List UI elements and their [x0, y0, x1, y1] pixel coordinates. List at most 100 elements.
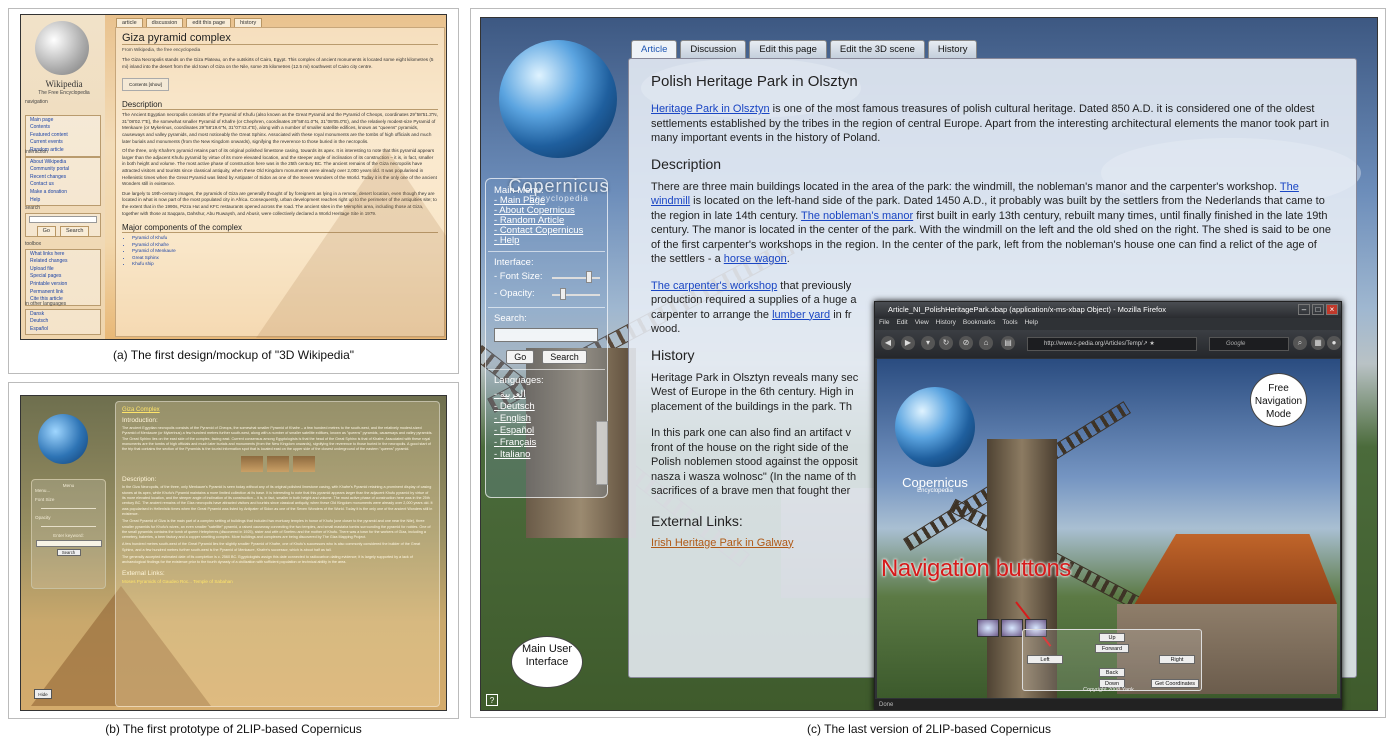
hist-text: Heritage Park in Olsztyn reveals many se… — [651, 371, 859, 384]
back-icon[interactable]: ◀ — [881, 336, 895, 350]
menu-file[interactable]: File — [879, 319, 889, 326]
language-item[interactable]: - Italiano — [494, 449, 599, 461]
carpenter-link[interactable]: The carpenter's workshop — [651, 280, 777, 292]
pyramid-thumbnail[interactable] — [240, 456, 263, 473]
nav-forward-button[interactable]: Forward — [1095, 644, 1129, 653]
help-icon[interactable]: ? — [486, 694, 498, 706]
language-item[interactable]: - العربية — [494, 389, 599, 401]
opacity-slider[interactable] — [41, 526, 96, 527]
apps-icon[interactable]: ▦ — [1311, 336, 1325, 350]
addons-icon[interactable]: ● — [1327, 336, 1341, 350]
stop-icon[interactable]: ⊘ — [959, 336, 973, 350]
forward-icon[interactable]: ▶ — [901, 336, 915, 350]
menu-item-label[interactable]: Help — [500, 235, 520, 246]
menu-view[interactable]: View — [915, 319, 929, 326]
navigation-controls: Up Forward Left Right Back Down Get Coor… — [1022, 629, 1202, 691]
search-input[interactable] — [494, 328, 598, 342]
language-item[interactable]: - Deutsch — [494, 401, 599, 413]
menu-help[interactable]: Help — [1025, 319, 1038, 326]
3d-viewport[interactable]: Copernicus Encyclopedia Free Navigation … — [877, 359, 1340, 698]
nav-item[interactable]: Current events — [30, 139, 96, 147]
menu-label[interactable]: Menu... — [35, 488, 102, 493]
pyramid-thumbnail[interactable] — [292, 456, 315, 473]
language-item[interactable]: - English — [494, 413, 599, 425]
search-button[interactable]: Search — [56, 549, 81, 556]
address-bar[interactable]: http://www.c-pedia.org/Articles/Temp/↗ ★ — [1027, 337, 1197, 351]
language-label[interactable]: Deutsch — [500, 401, 535, 412]
nav-left-button[interactable]: Left — [1027, 655, 1063, 664]
interaction-item[interactable]: Contact us — [30, 181, 96, 189]
interface-heading: Interface: — [494, 257, 534, 268]
nav-item[interactable]: Featured content — [30, 132, 96, 140]
languages-scrollbar[interactable] — [596, 421, 608, 485]
language-item[interactable]: Dansk — [30, 311, 96, 319]
maximize-icon[interactable]: □ — [1312, 304, 1324, 315]
search-button[interactable]: Search — [542, 350, 587, 364]
toolbox-item[interactable]: Upload file — [30, 266, 96, 274]
search-heading: search — [25, 205, 41, 211]
menu-item-help[interactable]: - Help — [494, 236, 599, 246]
nav-item[interactable]: Contents — [30, 124, 96, 132]
wiki-go-button[interactable]: Go — [36, 225, 56, 238]
menu-edit[interactable]: Edit — [896, 319, 907, 326]
language-item[interactable]: Deutsch — [30, 318, 96, 326]
font-size-slider-handle[interactable] — [586, 271, 592, 283]
wiki-search-button[interactable]: Search — [59, 225, 90, 238]
interaction-item[interactable]: Make a donation — [30, 189, 96, 197]
lumber-yard-link[interactable]: lumber yard — [772, 309, 830, 321]
menu-tools[interactable]: Tools — [1002, 319, 1017, 326]
horse-wagon-link[interactable]: horse wagon — [724, 253, 787, 265]
hide-button[interactable]: Hide — [34, 689, 52, 699]
search-box[interactable]: Google — [1209, 337, 1289, 351]
tab-history[interactable]: History — [927, 40, 978, 58]
menu-history[interactable]: History — [936, 319, 956, 326]
tab-edit-3d-scene[interactable]: Edit the 3D scene — [829, 40, 925, 58]
language-item[interactable]: Español — [30, 326, 96, 334]
language-item[interactable]: - Français — [494, 437, 599, 449]
tab-edit-page[interactable]: Edit this page — [749, 40, 827, 58]
toolbox-item[interactable]: Permanent link — [30, 289, 96, 297]
sphinx-thumbnail[interactable] — [266, 456, 289, 473]
language-label[interactable]: Français — [500, 437, 536, 448]
home-icon[interactable]: ⌂ — [979, 336, 993, 350]
reload-icon[interactable]: ↻ — [939, 336, 953, 350]
font-size-slider[interactable] — [552, 277, 600, 279]
minimize-icon[interactable]: – — [1298, 304, 1310, 315]
external-links-heading: External Links: — [122, 569, 165, 577]
close-icon[interactable]: × — [1326, 304, 1338, 315]
nav-right-button[interactable]: Right — [1159, 655, 1195, 664]
external-links[interactable]: Moses Pyramids of Gaudeo Roc... Temple o… — [122, 579, 433, 584]
interaction-item[interactable]: Community portal — [30, 166, 96, 174]
bookmark-icon[interactable]: ▤ — [1001, 336, 1015, 350]
contents-box[interactable]: Contents [show] — [122, 78, 169, 92]
nav-up-button[interactable]: Up — [1099, 633, 1125, 642]
opacity-slider-handle[interactable] — [560, 288, 566, 300]
language-item[interactable]: - Español — [494, 425, 599, 437]
go-button[interactable]: Go — [506, 350, 535, 364]
search-icon[interactable]: ⌕ — [1293, 336, 1307, 350]
toolbox-item[interactable]: Related changes — [30, 258, 96, 266]
manor-link[interactable]: The nobleman's manor — [801, 210, 913, 222]
search-heading: Search: — [494, 313, 527, 324]
wiki-search-input[interactable] — [29, 215, 97, 223]
history-dropdown-icon[interactable]: ▾ — [921, 336, 935, 350]
language-label[interactable]: Italiano — [500, 449, 531, 460]
interaction-item[interactable]: Recent changes — [30, 174, 96, 182]
toolbox-item[interactable]: What links here — [30, 251, 96, 259]
language-label[interactable]: English — [500, 413, 531, 424]
tab-discussion[interactable]: Discussion — [680, 40, 747, 58]
toolbox-heading: toolbox — [25, 241, 42, 247]
menu-bookmarks[interactable]: Bookmarks — [963, 319, 996, 326]
language-label[interactable]: العربية — [500, 389, 526, 400]
nav-back-button[interactable]: Back — [1099, 668, 1125, 677]
nav-item[interactable]: Main page — [30, 117, 96, 125]
interaction-item[interactable]: Help — [30, 197, 96, 205]
heritage-park-link[interactable]: Heritage Park in Olsztyn — [651, 103, 770, 115]
tab-article[interactable]: Article — [631, 40, 678, 58]
keyword-input[interactable] — [35, 540, 102, 547]
toolbox-item[interactable]: Printable version — [30, 281, 96, 289]
interaction-item[interactable]: About Wikipedia — [30, 159, 96, 167]
language-label[interactable]: Español — [500, 425, 534, 436]
font-size-slider[interactable] — [41, 508, 96, 509]
toolbox-item[interactable]: Special pages — [30, 273, 96, 281]
